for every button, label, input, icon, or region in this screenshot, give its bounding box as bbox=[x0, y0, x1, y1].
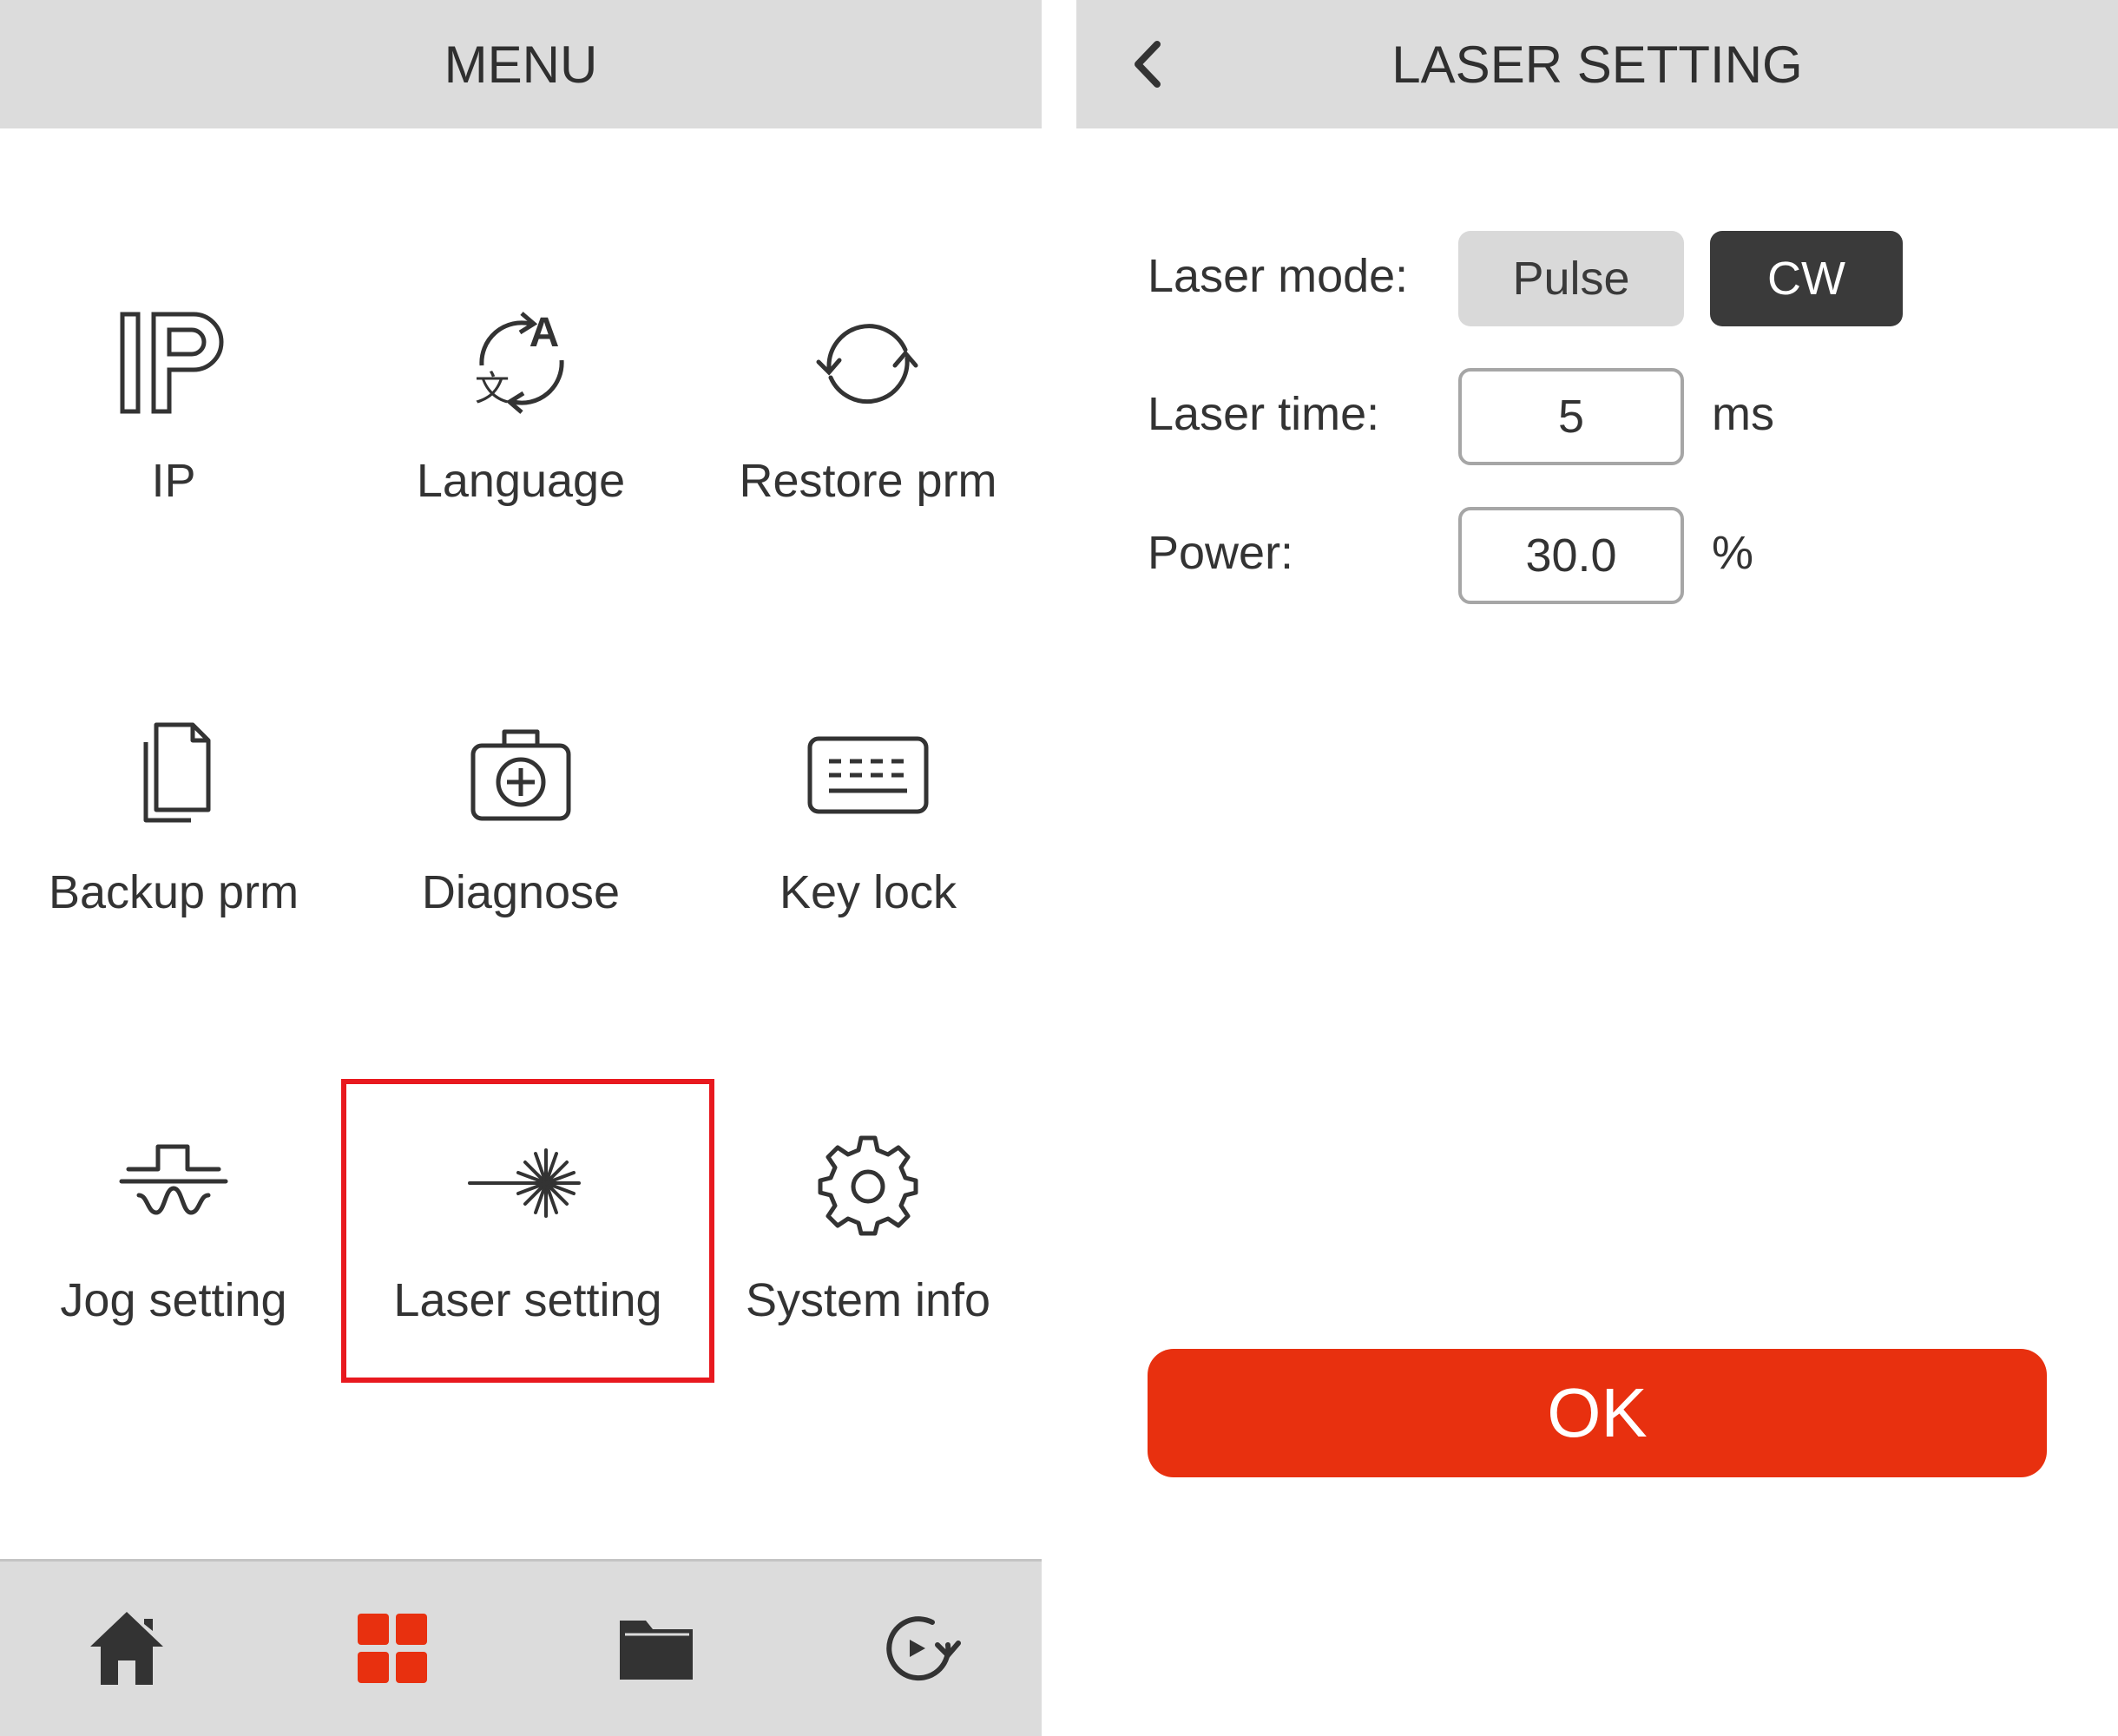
diagnose-icon bbox=[451, 705, 590, 844]
menu-item-system-info[interactable]: System info bbox=[694, 1113, 1042, 1391]
ok-button[interactable]: OK bbox=[1148, 1349, 2047, 1477]
nav-menu-button[interactable] bbox=[340, 1596, 444, 1700]
laser-time-input[interactable]: 5 bbox=[1458, 368, 1684, 465]
back-button[interactable] bbox=[1116, 33, 1179, 95]
chevron-left-icon bbox=[1135, 41, 1161, 88]
language-icon: A 文 bbox=[451, 293, 590, 432]
menu-item-label: Restore prm bbox=[739, 455, 997, 507]
laser-time-label: Laser time: bbox=[1148, 388, 1380, 440]
menu-item-backup-prm[interactable]: Backup prm bbox=[0, 705, 347, 983]
laser-setting-screen: LASER SETTING Laser mode: Pulse CW Laser… bbox=[1076, 0, 2118, 1736]
menu-item-label: Jog setting bbox=[60, 1274, 287, 1326]
menu-screen: MENU IP A 文 Language Restore prm Backup … bbox=[0, 0, 1042, 1736]
laser-time-unit: ms bbox=[1712, 388, 1774, 440]
menu-item-diagnose[interactable]: Diagnose bbox=[347, 705, 694, 983]
pulse-mode-button[interactable]: Pulse bbox=[1458, 231, 1684, 326]
svg-text:文: 文 bbox=[475, 369, 510, 409]
menu-header: MENU bbox=[0, 0, 1042, 128]
menu-item-language[interactable]: A 文 Language bbox=[347, 293, 694, 571]
grid-icon bbox=[358, 1614, 427, 1683]
restore-icon bbox=[799, 293, 937, 432]
menu-item-key-lock[interactable]: Key lock bbox=[694, 705, 1042, 983]
home-icon bbox=[90, 1612, 163, 1685]
menu-item-label: Backup prm bbox=[48, 866, 299, 918]
page-title: MENU bbox=[444, 35, 598, 94]
power-input[interactable]: 30.0 bbox=[1458, 507, 1684, 604]
bottom-nav bbox=[0, 1559, 1042, 1736]
menu-item-label: Language bbox=[416, 455, 626, 507]
menu-item-label: System info bbox=[745, 1274, 991, 1326]
refresh-icon bbox=[886, 1616, 961, 1681]
svg-text:A: A bbox=[530, 310, 560, 356]
menu-item-label: Key lock bbox=[779, 866, 957, 918]
cw-mode-button[interactable]: CW bbox=[1710, 231, 1903, 326]
nav-refresh-button[interactable] bbox=[866, 1596, 970, 1700]
laser-mode-label: Laser mode: bbox=[1148, 250, 1409, 302]
menu-item-label: Diagnose bbox=[421, 866, 621, 918]
panel-divider bbox=[1042, 0, 1076, 1736]
nav-home-button[interactable] bbox=[75, 1596, 179, 1700]
menu-item-laser-setting[interactable]: Laser setting bbox=[354, 1113, 701, 1391]
folder-icon bbox=[620, 1621, 693, 1680]
menu-item-jog-setting[interactable]: Jog setting bbox=[0, 1113, 347, 1391]
page-title: LASER SETTING bbox=[1391, 35, 1803, 94]
jog-icon bbox=[104, 1113, 243, 1252]
menu-item-label: Laser setting bbox=[393, 1274, 662, 1326]
laser-icon bbox=[458, 1113, 597, 1252]
nav-files-button[interactable] bbox=[604, 1596, 708, 1700]
ip-icon bbox=[104, 293, 243, 432]
menu-item-ip[interactable]: IP bbox=[0, 293, 347, 571]
backup-icon bbox=[104, 705, 243, 844]
gear-icon bbox=[799, 1113, 937, 1252]
menu-item-restore-prm[interactable]: Restore prm bbox=[694, 293, 1042, 571]
power-label: Power: bbox=[1148, 527, 1294, 579]
keyboard-icon bbox=[799, 705, 937, 844]
power-unit: % bbox=[1712, 527, 1754, 579]
laser-header: LASER SETTING bbox=[1076, 0, 2118, 128]
menu-item-label: IP bbox=[151, 455, 196, 507]
